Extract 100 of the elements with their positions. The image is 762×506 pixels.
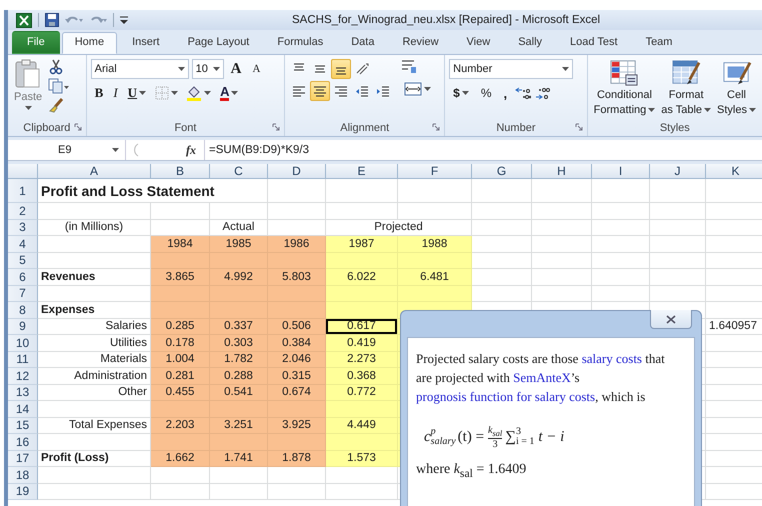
scissors-icon[interactable] bbox=[48, 59, 64, 75]
table-cell[interactable]: 1984 bbox=[151, 236, 210, 252]
comma-style-button[interactable]: , bbox=[500, 83, 512, 103]
paste-button[interactable]: Paste bbox=[12, 59, 44, 120]
table-cell[interactable] bbox=[38, 467, 151, 484]
cell-styles-button[interactable]: Cell Styles bbox=[715, 59, 758, 120]
ribbon-tab[interactable]: Insert bbox=[119, 32, 173, 54]
format-painter-icon[interactable] bbox=[48, 97, 64, 113]
table-cell[interactable] bbox=[650, 203, 706, 220]
row-header[interactable]: 3 bbox=[8, 220, 38, 236]
formula-field[interactable]: =SUM(B9:D9)*K9/3 bbox=[204, 140, 762, 160]
row-header[interactable]: 12 bbox=[8, 368, 38, 384]
table-cell[interactable]: 0.506 bbox=[268, 318, 326, 335]
table-cell[interactable]: 0.368 bbox=[326, 368, 398, 384]
bold-button[interactable]: B bbox=[90, 83, 108, 103]
column-header[interactable]: H bbox=[532, 164, 592, 179]
table-cell[interactable] bbox=[592, 179, 650, 203]
table-cell[interactable] bbox=[151, 484, 210, 500]
column-header[interactable]: E bbox=[326, 164, 398, 179]
table-cell[interactable]: 2.046 bbox=[268, 352, 326, 368]
percent-button[interactable]: % bbox=[476, 83, 496, 103]
copy-icon[interactable] bbox=[48, 78, 70, 94]
ribbon-tab[interactable]: Team bbox=[632, 32, 686, 54]
dialog-launcher-icon[interactable] bbox=[74, 123, 82, 131]
excel-logo-icon[interactable] bbox=[16, 12, 32, 28]
table-cell[interactable] bbox=[592, 252, 650, 269]
table-cell[interactable]: 1.662 bbox=[151, 450, 210, 467]
table-cell[interactable] bbox=[38, 203, 151, 220]
underline-button[interactable]: U bbox=[124, 83, 150, 103]
center-align-button[interactable] bbox=[310, 81, 330, 101]
row-header[interactable]: 8 bbox=[8, 302, 38, 318]
column-header[interactable]: F bbox=[398, 164, 472, 179]
table-cell[interactable]: (in Millions) bbox=[38, 220, 151, 236]
row-header[interactable]: 5 bbox=[8, 252, 38, 269]
table-cell[interactable] bbox=[650, 220, 706, 236]
table-cell[interactable]: 0.455 bbox=[151, 384, 210, 401]
table-cell[interactable] bbox=[592, 236, 650, 252]
table-cell[interactable] bbox=[38, 484, 151, 500]
ribbon-tab[interactable]: Sally bbox=[505, 32, 556, 54]
table-cell[interactable]: 0.419 bbox=[326, 335, 398, 352]
ribbon-tab[interactable]: Page Layout bbox=[174, 32, 262, 54]
table-cell[interactable] bbox=[151, 203, 210, 220]
row-header[interactable]: 6 bbox=[8, 269, 38, 286]
row-header[interactable]: 19 bbox=[8, 484, 38, 500]
wrap-text-icon[interactable] bbox=[401, 59, 418, 75]
table-cell[interactable]: 0.541 bbox=[210, 384, 268, 401]
table-cell[interactable]: 2.273 bbox=[326, 352, 398, 368]
table-cell[interactable] bbox=[592, 203, 650, 220]
ribbon-tab[interactable]: Formulas bbox=[264, 32, 336, 54]
table-cell[interactable] bbox=[592, 220, 650, 236]
table-cell[interactable]: 1.878 bbox=[268, 450, 326, 467]
table-cell[interactable]: 0.285 bbox=[151, 318, 210, 335]
font-size-field[interactable]: 10 bbox=[192, 59, 224, 79]
row-header[interactable]: 1 bbox=[8, 179, 38, 203]
ribbon-tab[interactable]: View bbox=[454, 32, 504, 54]
dialog-launcher-icon[interactable] bbox=[574, 123, 583, 131]
insert-function-button[interactable]: fx bbox=[186, 142, 196, 158]
table-styles-button[interactable]: Format as Table bbox=[659, 59, 714, 120]
table-cell[interactable]: 6.022 bbox=[326, 269, 398, 286]
table-cell[interactable] bbox=[326, 484, 398, 500]
table-cell[interactable]: 0.281 bbox=[151, 368, 210, 384]
table-cell[interactable] bbox=[532, 252, 592, 269]
ribbon-tab[interactable]: File bbox=[12, 31, 60, 54]
column-header[interactable]: K bbox=[706, 164, 762, 179]
table-cell[interactable] bbox=[210, 484, 268, 500]
column-header[interactable]: D bbox=[268, 164, 326, 179]
table-cell[interactable]: Profit and Loss Statement bbox=[38, 179, 268, 203]
table-cell[interactable] bbox=[650, 179, 706, 203]
column-header[interactable]: G bbox=[472, 164, 532, 179]
table-cell[interactable] bbox=[532, 220, 592, 236]
table-cell[interactable] bbox=[472, 269, 532, 286]
table-cell[interactable] bbox=[472, 179, 532, 203]
dialog-launcher-icon[interactable] bbox=[272, 123, 280, 131]
table-cell[interactable]: 4.449 bbox=[326, 418, 398, 434]
row-header[interactable]: 13 bbox=[8, 384, 38, 401]
ribbon-tab[interactable]: Review bbox=[389, 32, 452, 54]
row-header[interactable]: 9 bbox=[8, 318, 38, 335]
row-header[interactable]: 14 bbox=[8, 401, 38, 418]
table-cell[interactable]: 3.251 bbox=[210, 418, 268, 434]
table-cell[interactable] bbox=[210, 203, 268, 220]
grow-font-button[interactable]: A bbox=[226, 59, 246, 79]
table-cell[interactable] bbox=[268, 203, 326, 220]
row-header[interactable]: 18 bbox=[8, 467, 38, 484]
table-cell[interactable] bbox=[650, 236, 706, 252]
increase-decimal-icon[interactable] bbox=[515, 86, 532, 100]
table-cell[interactable]: 1987 bbox=[326, 236, 398, 252]
table-cell[interactable] bbox=[326, 179, 398, 203]
save-icon[interactable] bbox=[45, 13, 59, 27]
column-header[interactable]: C bbox=[210, 164, 268, 179]
table-cell[interactable] bbox=[650, 286, 706, 302]
row-header[interactable]: 4 bbox=[8, 236, 38, 252]
table-cell[interactable] bbox=[268, 179, 326, 203]
table-cell[interactable] bbox=[268, 467, 326, 484]
table-cell[interactable]: 1.741 bbox=[210, 450, 268, 467]
table-cell[interactable]: 5.803 bbox=[268, 269, 326, 286]
table-cell[interactable] bbox=[472, 220, 532, 236]
table-cell[interactable] bbox=[398, 203, 472, 220]
table-cell[interactable]: 0.288 bbox=[210, 368, 268, 384]
table-cell[interactable] bbox=[650, 269, 706, 286]
table-cell[interactable] bbox=[592, 286, 650, 302]
